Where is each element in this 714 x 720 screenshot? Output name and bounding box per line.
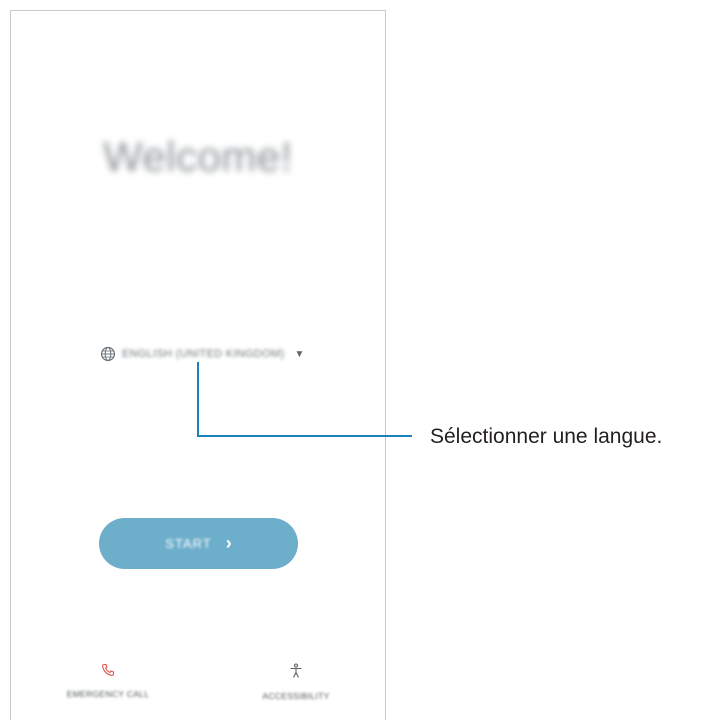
globe-icon	[100, 346, 116, 362]
welcome-title: Welcome!	[103, 133, 293, 180]
chevron-right-icon: ›	[225, 533, 232, 553]
language-label: ENGLISH (UNITED KINGDOM)	[122, 348, 285, 360]
accessibility-label: ACCESSIBILITY	[262, 691, 330, 701]
accessibility-icon	[290, 663, 302, 678]
phone-screen: Welcome! ENGLISH (UNITED KINGDOM) ▼ STAR…	[10, 10, 386, 720]
start-label: START	[165, 536, 212, 551]
language-selector[interactable]: ENGLISH (UNITED KINGDOM) ▼	[100, 344, 304, 364]
phone-icon	[102, 663, 115, 676]
caret-down-icon[interactable]: ▼	[294, 349, 304, 360]
emergency-call-label: EMERGENCY CALL	[66, 689, 150, 699]
emergency-call-button[interactable]: EMERGENCY CALL	[53, 663, 163, 699]
accessibility-button[interactable]: ACCESSIBILITY	[241, 663, 351, 701]
callout-text: Sélectionner une langue.	[430, 425, 663, 448]
start-button[interactable]: START ›	[99, 518, 298, 569]
